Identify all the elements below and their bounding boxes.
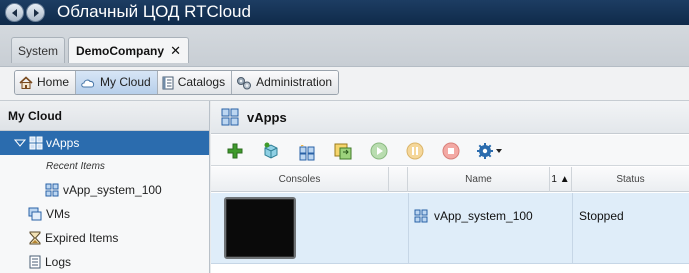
collapse-arrow-icon[interactable]	[14, 138, 26, 148]
catalogs-button[interactable]: Catalogs	[157, 71, 233, 94]
column-spacer	[389, 167, 408, 192]
administration-button[interactable]: Administration	[232, 71, 339, 94]
home-label: Home	[37, 75, 70, 89]
back-arrow-icon	[12, 9, 17, 17]
tab-democompany[interactable]: DemoCompany ✕	[68, 37, 189, 63]
left-navigation-panel: My Cloud vApps Recent Items vApp_system_…	[0, 101, 210, 273]
org-tabs: System DemoCompany ✕	[0, 25, 689, 67]
row-name-cell[interactable]: vApp_system_100	[414, 209, 533, 223]
admin-gears-icon	[237, 76, 252, 89]
tree-item-expired-label: Expired Items	[45, 231, 119, 245]
column-divider	[572, 193, 573, 264]
back-button[interactable]	[5, 3, 24, 22]
vapp-name: vApp_system_100	[434, 209, 533, 223]
vapp-icon	[414, 209, 428, 223]
console-thumbnail[interactable]	[224, 197, 296, 259]
tab-democompany-label: DemoCompany	[76, 44, 165, 58]
cloud-icon	[81, 79, 95, 87]
tree-item-logs-label: Logs	[45, 255, 72, 269]
page-title: vApps	[247, 109, 287, 125]
new-vapp-icon[interactable]	[297, 141, 317, 161]
forward-button[interactable]	[26, 3, 45, 22]
tree-item-recent-vapp[interactable]: vApp_system_100	[0, 178, 209, 202]
recent-vapp-label: vApp_system_100	[63, 183, 162, 197]
vapp-icon	[221, 108, 239, 126]
home-button[interactable]: Home	[15, 71, 77, 94]
column-name[interactable]: Name	[408, 167, 550, 192]
tree-item-vms-label: VMs	[46, 207, 70, 221]
close-tab-icon[interactable]: ✕	[170, 38, 181, 64]
settings-menu-icon[interactable]	[475, 141, 503, 161]
my-cloud-label: My Cloud	[100, 75, 151, 89]
column-consoles[interactable]: Consoles	[211, 167, 389, 192]
table-row[interactable]	[211, 193, 689, 264]
forward-arrow-icon	[34, 9, 39, 17]
stop-icon[interactable]	[441, 141, 461, 161]
tree-item-expired[interactable]: Expired Items	[0, 226, 209, 250]
tree-item-vms[interactable]: VMs	[0, 202, 209, 226]
administration-label: Administration	[256, 75, 333, 89]
nav-segmented-control: Home My Cloud Catalogs Administration	[14, 70, 340, 95]
tree-item-vapps-label: vApps	[46, 136, 80, 150]
actions-toolbar	[211, 135, 689, 166]
home-icon	[19, 75, 33, 89]
table-header: Consoles Name 1 ▲ Status	[211, 167, 689, 192]
vapp-icon	[29, 136, 43, 150]
recent-items-heading: Recent Items	[46, 161, 105, 172]
hourglass-icon	[29, 231, 41, 245]
suspend-icon[interactable]	[405, 141, 425, 161]
vapp-status: Stopped	[579, 209, 624, 223]
column-status[interactable]: Status	[572, 167, 689, 192]
app-title: Облачный ЦОД RTCloud	[57, 2, 251, 21]
content-header: vApps	[211, 101, 689, 134]
import-vapp-icon[interactable]	[333, 141, 353, 161]
my-cloud-button[interactable]: My Cloud	[76, 71, 158, 94]
panel-title: My Cloud	[0, 101, 209, 131]
start-icon[interactable]	[369, 141, 389, 161]
vapp-icon	[45, 183, 59, 197]
column-divider	[408, 193, 409, 264]
title-bar: Облачный ЦОД RTCloud	[0, 0, 689, 25]
catalog-book-icon	[162, 76, 174, 89]
main-navigation: Home My Cloud Catalogs Administration	[0, 67, 689, 101]
vm-icon	[28, 207, 42, 221]
main-content: vApps Consoles Name 1 ▲ Status vApp_syst…	[211, 101, 689, 273]
sort-indicator[interactable]: 1 ▲	[550, 167, 572, 192]
tab-system[interactable]: System	[11, 37, 66, 63]
add-from-catalog-icon[interactable]	[261, 141, 281, 161]
history-nav	[5, 3, 46, 22]
logs-icon	[29, 255, 41, 269]
tree-item-logs[interactable]: Logs	[0, 250, 209, 273]
add-vapp-icon[interactable]	[225, 141, 245, 161]
catalogs-label: Catalogs	[177, 75, 226, 89]
tree-item-vapps[interactable]: vApps	[0, 131, 209, 155]
